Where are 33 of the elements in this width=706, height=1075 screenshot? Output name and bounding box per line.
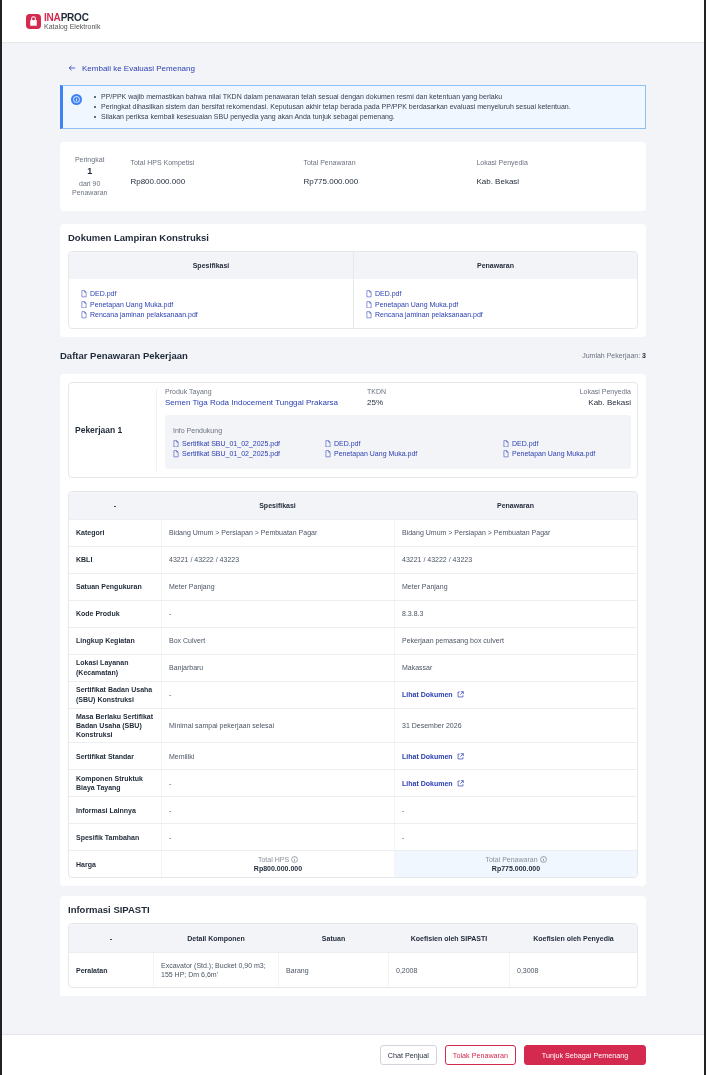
file-icon xyxy=(325,450,331,458)
logo-text: INAPROC xyxy=(44,12,90,23)
file-icon xyxy=(503,439,509,447)
external-link-icon xyxy=(456,779,464,787)
section-title: Informasi SIPASTI xyxy=(68,904,151,916)
stat-value: Rp775.000.000 xyxy=(303,177,360,186)
file-icon xyxy=(173,439,179,447)
arrow-left-icon xyxy=(68,64,76,72)
file-icon xyxy=(173,450,179,458)
stat-value: Rp800.000.000 xyxy=(130,177,187,186)
file-icon xyxy=(325,439,331,447)
file-icon xyxy=(366,311,372,319)
field-value: 25% xyxy=(367,397,384,407)
file-icon xyxy=(81,300,87,308)
section-title: Daftar Penawaran Pekerjaan xyxy=(60,350,188,361)
back-link[interactable]: Kembali ke Evaluasi Pemenang xyxy=(68,61,646,75)
external-link-icon xyxy=(456,752,464,760)
info-icon xyxy=(539,856,547,864)
info-icon xyxy=(291,856,299,864)
stat-value: Kab. Bekasi xyxy=(476,177,521,186)
file-icon xyxy=(81,290,87,298)
rank-value: 1 xyxy=(87,166,93,176)
section-title: Dokumen Lampiran Konstruksi xyxy=(68,232,210,243)
job-name: Pekerjaan 1 xyxy=(75,424,123,435)
external-link-icon xyxy=(456,691,464,698)
product-link[interactable]: Semen Tiga Roda Indocement Tunggal Prakarsa xyxy=(165,397,367,407)
field-value: Kab. Bekasi xyxy=(588,397,631,407)
file-icon xyxy=(366,300,372,308)
logo-icon xyxy=(26,13,41,29)
file-icon xyxy=(81,311,87,319)
file-icon xyxy=(503,450,509,458)
file-icon xyxy=(366,290,372,298)
info-icon xyxy=(71,94,82,105)
